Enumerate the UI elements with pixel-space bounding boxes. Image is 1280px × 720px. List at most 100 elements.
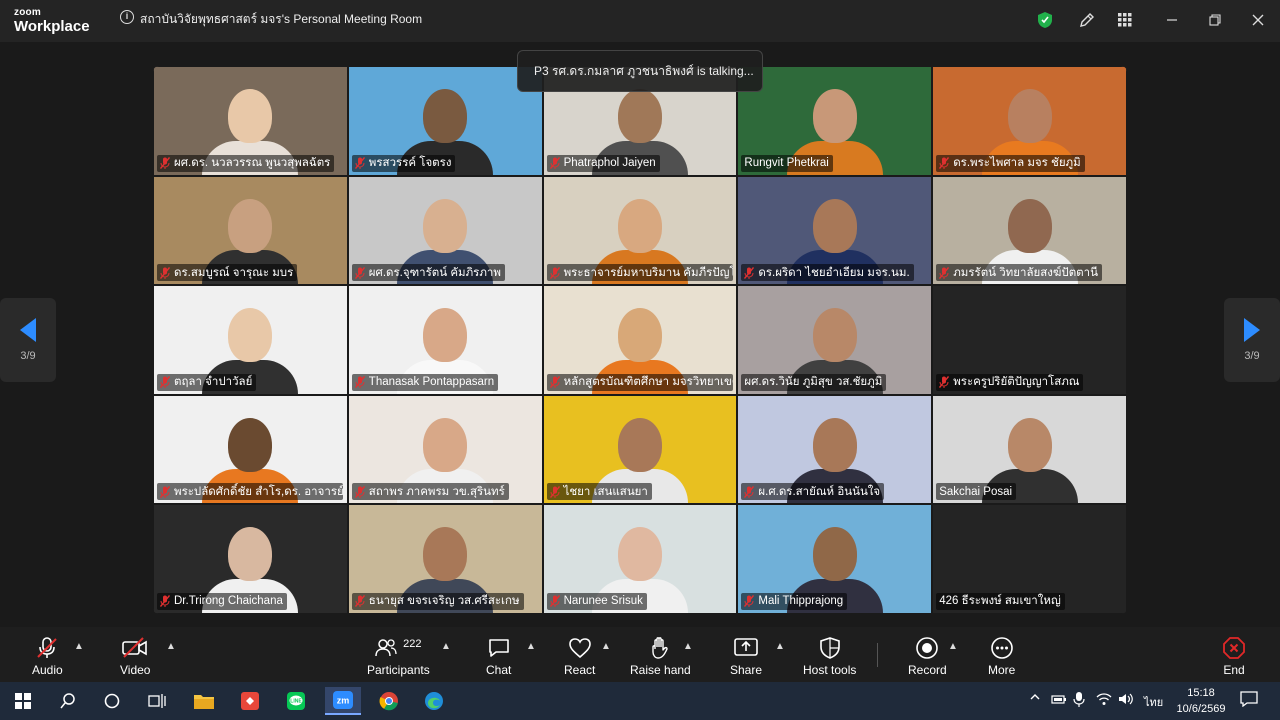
participant-tile[interactable]: Dr.Trirong Chaichana [153,504,348,614]
cortana-icon[interactable] [97,687,127,715]
participant-tile[interactable]: Sakchai Posai [932,394,1127,505]
participant-face [617,198,662,253]
participant-tile[interactable]: สถาพร ภาคพรม วข.สุรินทร์ [347,394,543,505]
react-options-caret[interactable]: ▲ [601,641,611,652]
minimize-icon[interactable] [1162,10,1182,30]
participant-face [812,89,857,143]
video-options-caret[interactable]: ▲ [166,641,176,652]
participant-tile[interactable]: Narunee Srisuk [542,504,738,614]
participant-name: ผ.ศ.ดร.สายัณห์ อินนันใจ [758,485,881,498]
participants-button[interactable]: 222 Participants [367,635,430,677]
participant-tile[interactable]: ผศ.ดร. นวลวรรณ พูนวสุพลฉัตร [153,66,348,176]
audio-label: Audio [32,663,63,677]
participant-tile[interactable]: พระครูปริยัติปัญญาโสภณ [932,285,1127,395]
react-button[interactable]: React [564,635,595,677]
volume-icon[interactable] [1118,692,1134,709]
mic-muted-icon [35,635,59,661]
participant-tile[interactable]: ผศ.ดร.จุฑารัตน์ คัมภิรภาพ [347,175,543,286]
chevron-left-icon [20,318,36,342]
participant-tile[interactable]: ไชยา เสนแสนยา [542,394,738,505]
share-options-caret[interactable]: ▲ [775,641,785,652]
participant-name-tag: พระครูปริยัติปัญญาโสภณ [936,373,1084,391]
participant-tile[interactable]: ผ.ศ.ดร.สายัณห์ อินนันใจ [737,394,933,505]
chrome-icon[interactable] [374,687,404,715]
video-button[interactable]: Video [120,635,150,677]
audio-button[interactable]: Audio [32,635,63,677]
participant-tile[interactable]: ดร.พระไพศาล มจร ชัยภูมิ [932,66,1127,176]
participant-face [228,417,273,472]
participant-tile[interactable]: หลักสูตรบัณฑิตศึกษา มจรวิทยาเขต... [542,285,738,395]
participant-face [228,527,273,582]
participant-tile[interactable]: ผศ.ดร.วินัย ภูมิสุข วส.ชัยภูมิ [737,285,933,395]
task-view-icon[interactable] [142,687,172,715]
mic-muted-icon [744,595,755,608]
participant-face [617,89,662,143]
participant-name: ผศ.ดร.วินัย ภูมิสุข วส.ชัยภูมิ [744,376,883,389]
gallery-grid-icon[interactable] [1114,9,1136,31]
mic-muted-icon [939,157,950,170]
share-button[interactable]: Share [730,635,762,677]
chat-options-caret[interactable]: ▲ [526,641,536,652]
close-icon[interactable] [1248,10,1268,30]
participant-name-tag: ผศ.ดร. นวลวรรณ พูนวสุพลฉัตร [157,154,335,172]
tray-overflow-icon[interactable] [1029,691,1041,706]
battery-icon[interactable] [1050,692,1068,709]
participant-tile[interactable]: 426 ธีระพงษ์ สมเขาใหญ่ [932,504,1127,614]
line-app-icon[interactable]: LINE [281,687,311,715]
participant-tile[interactable]: ตฤลา จำปาวัลย์ [153,285,348,395]
participant-tile[interactable]: ภมรรัตน์ วิทยาลัยสงฆ์ปัตตานี [932,175,1127,286]
audio-options-caret[interactable]: ▲ [74,641,84,652]
participant-tile[interactable]: Mali Thipprajong [737,504,933,614]
record-button[interactable]: Record [908,635,947,677]
participant-name: พระครูปริยัติปัญญาโสภณ [953,376,1080,389]
participant-name: ผศ.ดร.จุฑารัตน์ คัมภิรภาพ [368,266,501,279]
zoom-taskbar-icon[interactable]: zm [325,687,361,715]
info-icon[interactable]: i [120,10,134,24]
restore-icon[interactable] [1205,10,1225,30]
mic-muted-icon [744,266,755,279]
participant-tile[interactable]: ดร.สมบูรณ์ จารุณะ มบร [153,175,348,286]
participant-tile[interactable]: ธนายุส ขจรเจริญ วส.ศรีสะเกษ [347,504,543,614]
annotate-pen-icon[interactable] [1076,9,1098,31]
participant-name-tag: สถาพร ภาคพรม วข.สุรินทร์ [351,483,509,501]
participant-tile[interactable]: Thanasak Pontappasarn [347,285,543,395]
edge-icon[interactable] [419,687,449,715]
participant-name: ดร.พระไพศาล มจร ชัยภูมิ [953,157,1081,170]
windows-start-icon[interactable] [8,687,38,715]
mic-muted-icon [549,485,560,498]
participant-tile[interactable]: พระธาจารย์มหาบริมาน คัมภีรปัญโญ ดร. [542,175,738,286]
raise-hand-button[interactable]: Raise hand [630,635,691,677]
prev-page-button[interactable]: 3/9 [0,298,56,382]
more-label: More [988,663,1016,677]
participant-face [423,417,468,472]
input-language[interactable]: ไทย [1144,693,1163,711]
file-explorer-icon[interactable] [189,687,219,715]
next-page-button[interactable]: 3/9 [1224,298,1280,382]
wifi-icon[interactable] [1096,692,1112,709]
record-options-caret[interactable]: ▲ [948,641,958,652]
end-button[interactable]: End [1222,635,1246,677]
participants-icon-wrap: 222 [375,635,422,661]
security-shield-icon[interactable] [1034,9,1056,31]
mic-muted-icon [160,376,170,389]
participant-name-tag: หลักสูตรบัณฑิตศึกษา มจรวิทยาเขต... [546,373,733,391]
taskbar-clock[interactable]: 15:18 10/6/2569 [1171,685,1231,717]
participant-tile[interactable]: Rungvit Phetkrai [737,66,933,176]
mic-muted-icon [549,157,560,170]
anydesk-icon[interactable] [235,687,265,715]
search-icon[interactable] [53,687,83,715]
more-button[interactable]: More [988,635,1015,677]
microphone-tray-icon[interactable] [1073,691,1085,710]
host-tools-button[interactable]: Host tools [803,635,856,677]
chat-button[interactable]: Chat [486,635,511,677]
participant-tile[interactable]: พรสวรรค์ โจตรง [347,66,543,176]
raise-hand-label: Raise hand [630,663,691,677]
page-indicator-left: 3/9 [20,350,36,362]
participant-tile[interactable]: พระปลัดศักดิ์ชัย สำโร,ดร. อาจารย์/... [153,394,348,505]
chat-icon [487,635,511,661]
raise-hand-options-caret[interactable]: ▲ [683,641,693,652]
participants-options-caret[interactable]: ▲ [441,641,451,652]
participant-tile[interactable]: ดร.ผริดา ไชยอำเอียม มจร.นม. [737,175,933,286]
participant-name: Mali Thipprajong [758,595,844,608]
notifications-icon[interactable] [1240,691,1258,710]
